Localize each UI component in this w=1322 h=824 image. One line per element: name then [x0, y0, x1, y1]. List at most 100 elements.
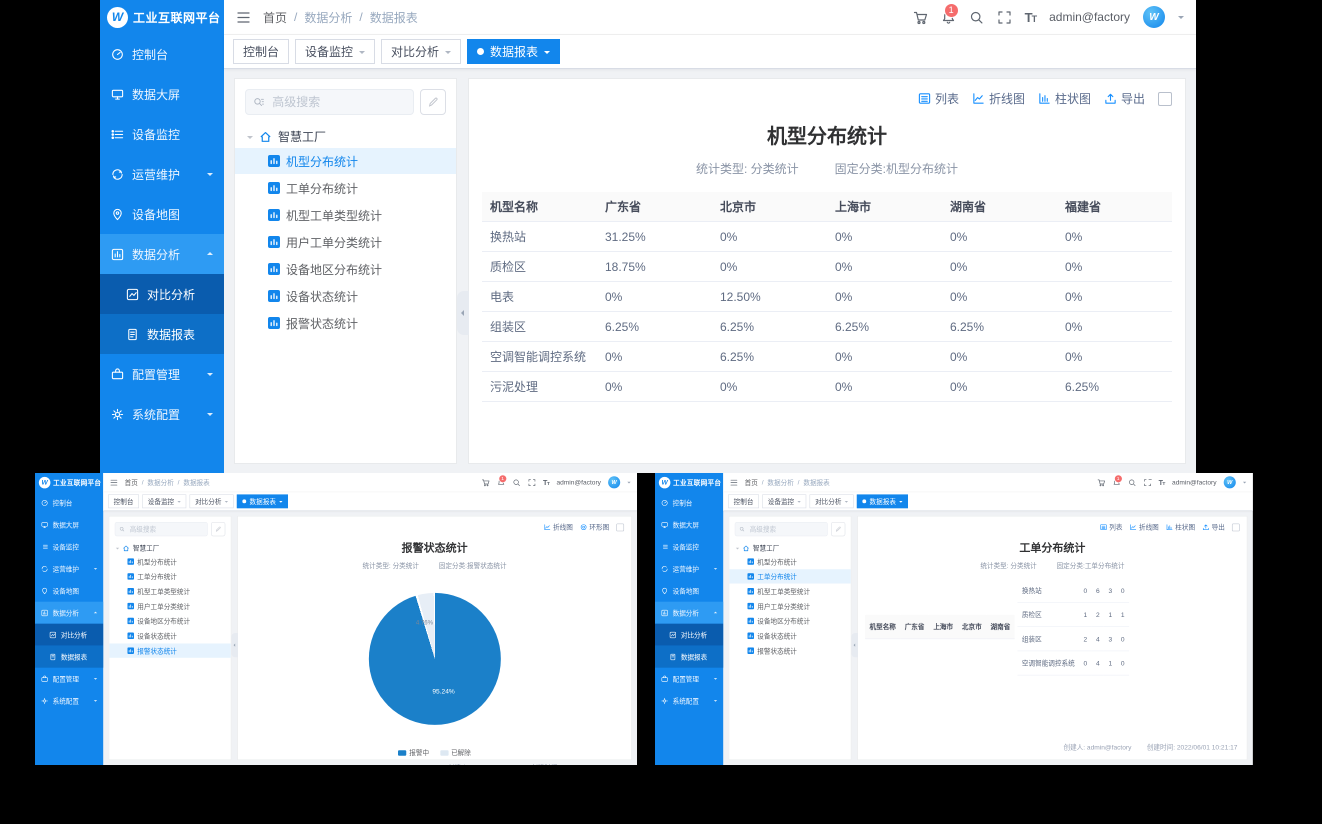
tree-item-model-workorder-type[interactable]: 机型工单类型统计 [729, 584, 851, 598]
sidebar-item-device-map[interactable]: 设备地图 [35, 580, 103, 602]
alarm-status-pie-chart[interactable]: 95.24% 4.76% [369, 593, 501, 725]
export-button[interactable]: 导出 [1202, 523, 1225, 532]
user-email[interactable]: admin@factory [556, 479, 600, 487]
sidebar-subitem-compare-analysis[interactable]: 对比分析 [100, 274, 224, 314]
sidebar-item-console[interactable]: 控制台 [100, 34, 224, 74]
tab-data-report[interactable]: 数据报表 [857, 494, 908, 508]
user-menu-caret-icon[interactable] [1178, 16, 1184, 22]
sidebar-subitem-compare-analysis[interactable]: 对比分析 [655, 624, 723, 646]
sidebar-item-config-management[interactable]: 配置管理 [655, 668, 723, 690]
view-list-button[interactable]: 列表 [918, 90, 959, 107]
sidebar-item-data-screen[interactable]: 数据大屏 [35, 514, 103, 536]
sidebar-item-device-monitor[interactable]: 设备监控 [100, 114, 224, 154]
tab-device-monitor[interactable]: 设备监控 [295, 39, 375, 64]
avatar[interactable]: W [1224, 476, 1236, 488]
user-menu-caret-icon[interactable] [627, 482, 630, 485]
cart-icon[interactable] [913, 10, 928, 25]
view-ring-chart-button[interactable]: 环形图 [580, 523, 609, 532]
sidebar-item-device-monitor[interactable]: 设备监控 [655, 536, 723, 558]
font-size-icon[interactable]: TT [1159, 478, 1165, 486]
notification-bell[interactable]: 1 [1112, 478, 1120, 486]
tab-device-monitor[interactable]: 设备监控 [762, 494, 806, 508]
tab-console[interactable]: 控制台 [728, 494, 759, 508]
sidebar-item-device-map[interactable]: 设备地图 [655, 580, 723, 602]
view-bar-chart-button[interactable]: 柱状图 [1038, 90, 1091, 107]
edit-report-button[interactable] [211, 522, 225, 536]
cart-icon[interactable] [481, 478, 489, 486]
sidebar-item-system-config[interactable]: 系统配置 [35, 690, 103, 712]
tab-caret-icon[interactable] [845, 501, 848, 504]
tab-compare-analysis[interactable]: 对比分析 [190, 494, 234, 508]
legend-item-active-alarms[interactable]: 报警中 [398, 748, 429, 757]
advanced-search-box[interactable] [115, 522, 208, 536]
avatar[interactable]: W [608, 476, 620, 488]
tree-item-alarm-status[interactable]: 报警状态统计 [109, 644, 231, 658]
sidebar-item-device-map[interactable]: 设备地图 [100, 194, 224, 234]
breadcrumb-level1[interactable]: 数据分析 [147, 478, 173, 487]
sidebar-subitem-data-report[interactable]: 数据报表 [35, 646, 103, 668]
sidebar-item-console[interactable]: 控制台 [35, 492, 103, 514]
breadcrumb-level1[interactable]: 数据分析 [304, 9, 352, 26]
breadcrumb-home[interactable]: 首页 [125, 478, 138, 487]
search-input[interactable] [270, 94, 406, 110]
view-list-button[interactable]: 列表 [1100, 523, 1123, 532]
tree-item-alarm-status[interactable]: 报警状态统计 [729, 644, 851, 658]
tree-item-alarm-status[interactable]: 报警状态统计 [235, 310, 456, 336]
view-line-chart-button[interactable]: 折线图 [972, 90, 1025, 107]
tree-item-model-distribution[interactable]: 机型分布统计 [729, 554, 851, 568]
collapse-tree-handle[interactable] [457, 291, 469, 335]
avatar[interactable]: W [1143, 6, 1165, 28]
sidebar-subitem-compare-analysis[interactable]: 对比分析 [35, 624, 103, 646]
tab-compare-analysis[interactable]: 对比分析 [810, 494, 854, 508]
sidebar-item-ops-maintenance[interactable]: 运营维护 [655, 558, 723, 580]
sidebar-subitem-data-report[interactable]: 数据报表 [655, 646, 723, 668]
edit-report-button[interactable] [831, 522, 845, 536]
tree-item-workorder-distribution[interactable]: 工单分布统计 [235, 175, 456, 201]
advanced-search-box[interactable] [245, 89, 414, 115]
cart-icon[interactable] [1097, 478, 1105, 486]
tab-caret-icon[interactable] [279, 501, 282, 504]
layout-toggle-checkbox[interactable] [616, 523, 624, 531]
view-line-chart-button[interactable]: 折线图 [1130, 523, 1159, 532]
tree-root[interactable]: 智慧工厂 [115, 543, 226, 552]
sidebar-item-data-analysis[interactable]: 数据分析 [100, 234, 224, 274]
tree-expand-caret-icon[interactable] [736, 548, 739, 551]
tree-item-model-workorder-type[interactable]: 机型工单类型统计 [109, 584, 231, 598]
tree-item-device-status[interactable]: 设备状态统计 [235, 283, 456, 309]
tree-root[interactable]: 智慧工厂 [245, 128, 446, 145]
export-button[interactable]: 导出 [1104, 90, 1145, 107]
tab-data-report[interactable]: 数据报表 [467, 39, 560, 64]
tab-caret-icon[interactable] [445, 51, 451, 57]
tab-console[interactable]: 控制台 [233, 39, 289, 64]
tab-data-report[interactable]: 数据报表 [237, 494, 288, 508]
sidebar-item-system-config[interactable]: 系统配置 [655, 690, 723, 712]
tree-expand-caret-icon[interactable] [247, 136, 253, 142]
tab-caret-icon[interactable] [225, 501, 228, 504]
search-icon[interactable] [1128, 478, 1136, 486]
sidebar-item-console[interactable]: 控制台 [655, 492, 723, 514]
breadcrumb-home[interactable]: 首页 [745, 478, 758, 487]
collapse-tree-handle[interactable] [231, 633, 238, 657]
collapse-tree-handle[interactable] [851, 633, 858, 657]
font-size-icon[interactable]: TT [543, 478, 549, 486]
tree-item-device-region[interactable]: 设备地区分布统计 [729, 614, 851, 628]
advanced-search-box[interactable] [735, 522, 828, 536]
tree-item-device-status[interactable]: 设备状态统计 [729, 629, 851, 643]
sidebar-item-device-monitor[interactable]: 设备监控 [35, 536, 103, 558]
notification-bell[interactable]: 1 [941, 10, 956, 25]
sidebar-item-ops-maintenance[interactable]: 运营维护 [35, 558, 103, 580]
tree-item-workorder-distribution[interactable]: 工单分布统计 [109, 569, 231, 583]
fullscreen-icon[interactable] [528, 478, 536, 486]
search-input[interactable] [129, 525, 204, 534]
tab-caret-icon[interactable] [177, 501, 180, 504]
sidebar-item-data-screen[interactable]: 数据大屏 [100, 74, 224, 114]
sidebar-item-data-analysis[interactable]: 数据分析 [35, 602, 103, 624]
breadcrumb-level1[interactable]: 数据分析 [767, 478, 793, 487]
tree-item-device-region[interactable]: 设备地区分布统计 [235, 256, 456, 282]
tree-item-model-distribution[interactable]: 机型分布统计 [235, 148, 456, 174]
breadcrumb-home[interactable]: 首页 [263, 9, 287, 26]
fullscreen-icon[interactable] [997, 10, 1012, 25]
search-input[interactable] [749, 525, 824, 534]
tree-item-device-status[interactable]: 设备状态统计 [109, 629, 231, 643]
user-menu-caret-icon[interactable] [1243, 482, 1246, 485]
